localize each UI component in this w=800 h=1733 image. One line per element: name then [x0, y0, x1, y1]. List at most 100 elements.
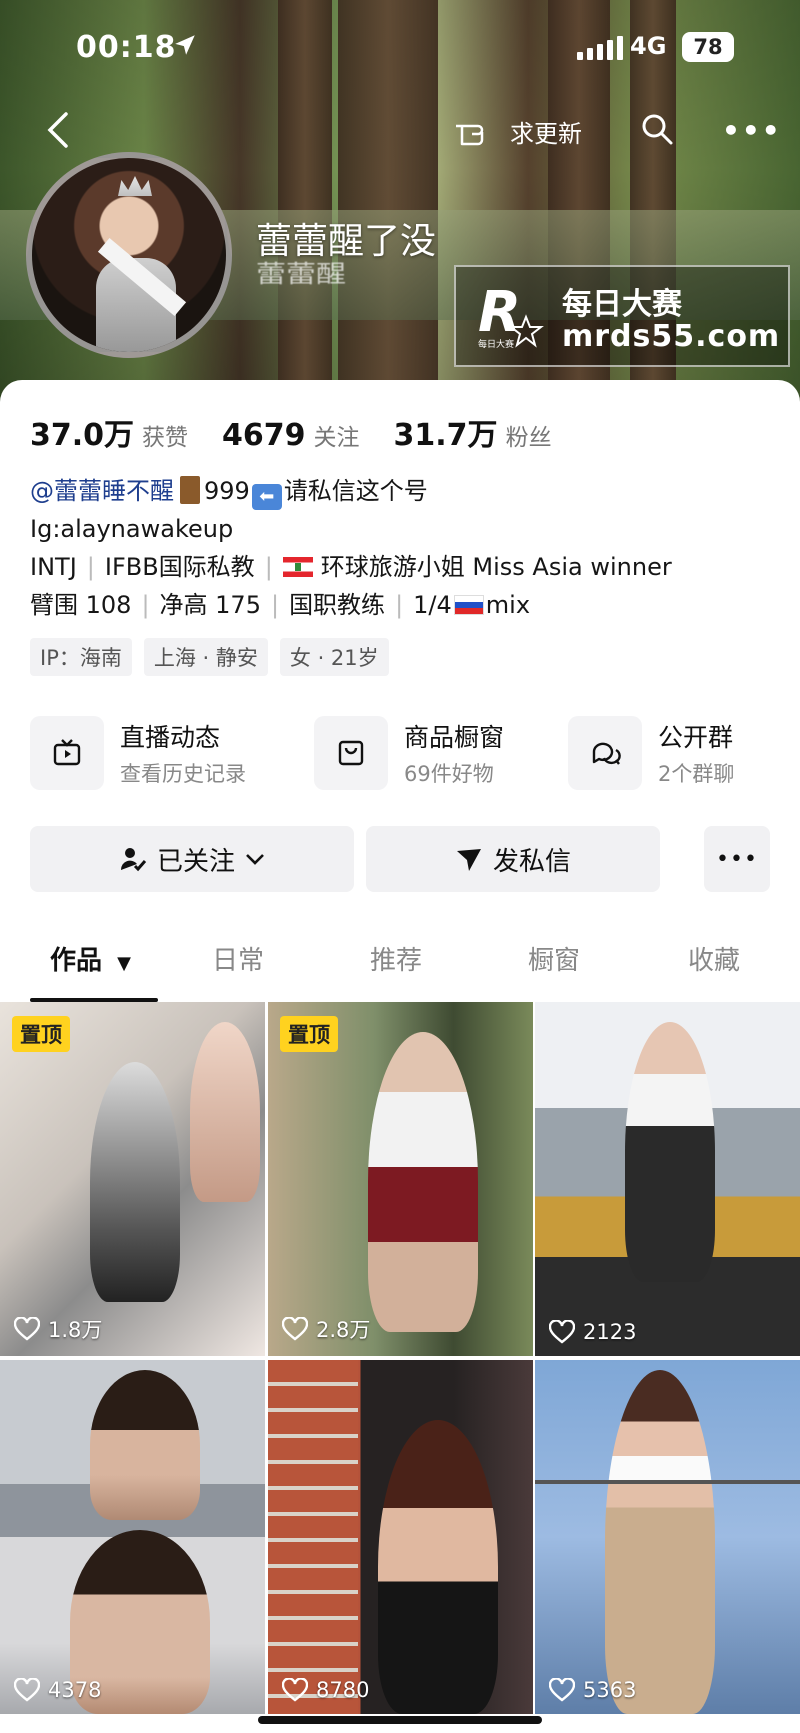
bio-fraction: 1/4 [413, 591, 452, 619]
tab-daily[interactable]: 日常 [212, 940, 264, 977]
followers-count[interactable]: 31.7万 [394, 410, 498, 454]
video-thumbnail[interactable]: 5363 [535, 1360, 800, 1714]
chevron-down-icon [246, 854, 264, 865]
triangle-down-icon: ▼ [117, 953, 131, 974]
tab-works-label: 作品 [50, 946, 103, 976]
pointing-hand-icon[interactable] [452, 112, 492, 148]
bio-arm: 臂围 108 [30, 591, 132, 619]
live-feature-icon-box [30, 716, 104, 790]
ip-location-tag: IP：海南 [30, 638, 132, 676]
bio-mix: mix [485, 591, 531, 619]
send-message-label: 发私信 [492, 846, 571, 877]
location-arrow-icon [175, 35, 195, 55]
likes-count: 37.0万 [30, 418, 135, 453]
bio-number: 999 [204, 477, 250, 505]
bio-height: 净高 175 [159, 591, 261, 619]
like-count: 2.8万 [282, 1314, 370, 1344]
watermark-logo: R 每日大赛 [478, 281, 544, 350]
shop-feature-icon-box [314, 716, 388, 790]
city-tag[interactable]: 上海 · 静安 [143, 638, 268, 676]
feature-row: 直播动态 查看历史记录 商品橱窗 69件好物 公开群 2个群聊 [30, 712, 770, 792]
like-count: 4378 [14, 1678, 101, 1702]
shop-feature-title: 商品橱窗 [404, 723, 505, 752]
more-actions-button[interactable]: ••• [704, 826, 770, 892]
live-feature-subtitle: 查看历史记录 [120, 762, 246, 786]
followed-label: 已关注 [156, 846, 235, 877]
search-icon[interactable] [640, 112, 674, 146]
tab-works[interactable]: 作品 ▼ [50, 940, 131, 977]
likes-label: 获赞 [142, 425, 189, 451]
watermark-banner: R 每日大赛 每日大赛 mrds55.com [454, 265, 790, 367]
gender-age-tag: 女 · 21岁 [279, 638, 389, 676]
shop-feature-subtitle: 69件好物 [404, 762, 494, 786]
home-indicator[interactable] [258, 1716, 542, 1724]
bio-coach: 国职教练 [289, 591, 386, 619]
status-time: 00:18 [76, 30, 177, 65]
bio-title: 环球旅游小姐 Miss Asia winner [320, 553, 672, 581]
like-count: 8780 [282, 1678, 369, 1702]
watermark-title: 每日大赛 [562, 287, 682, 322]
mention-link[interactable]: @蕾蕾睡不醒 [30, 477, 174, 505]
following-label[interactable]: 关注 [314, 418, 360, 452]
send-message-button[interactable]: 发私信 [366, 826, 660, 892]
heart-outline-icon [549, 1678, 575, 1702]
avatar[interactable] [26, 152, 232, 358]
bio-line-2: Ig:alaynawakeup [30, 515, 234, 543]
video-thumbnail[interactable]: 2123 [535, 1002, 800, 1356]
more-options-icon[interactable]: ••• [722, 114, 782, 147]
heart-outline-icon [14, 1317, 40, 1341]
shopping-bag-icon [338, 740, 364, 766]
profile-tags: IP：海南 上海 · 静安 女 · 21岁 [30, 638, 389, 676]
back-arrow-icon[interactable] [44, 110, 74, 150]
lebanon-flag-icon [282, 557, 313, 577]
tab-favorites[interactable]: 收藏 [688, 940, 740, 977]
video-thumbnail[interactable]: 8780 [268, 1360, 533, 1714]
like-count: 2123 [549, 1320, 636, 1344]
following-count[interactable]: 4679 [222, 418, 306, 453]
live-feature-title: 直播动态 [120, 723, 221, 752]
heart-outline-icon [14, 1678, 40, 1702]
request-update-button[interactable]: 求更新 [510, 114, 582, 149]
stats-row: 37.0万 获赞 4679 关注 31.7万 粉丝 [30, 410, 586, 454]
pinned-badge: 置顶 [280, 1016, 338, 1052]
battery-indicator: 78 [682, 32, 734, 62]
tv-icon [53, 739, 81, 766]
bio-cert: IFBB国际私教 [104, 553, 255, 581]
video-thumbnail[interactable]: 4378 [0, 1360, 265, 1714]
profile-card: 37.0万 获赞 4679 关注 31.7万 粉丝 @蕾蕾睡不醒 999 ⬅ 请私信这… [0, 380, 800, 1733]
top-nav: 求更新 ••• [0, 108, 800, 152]
nickname-reflection: 蕾蕾醒 [256, 260, 346, 289]
group-feature-title: 公开群 [658, 723, 734, 752]
left-arrow-emoji-icon: ⬅ [251, 484, 282, 510]
svg-text:每日大赛: 每日大赛 [478, 338, 514, 350]
like-count-text: 4378 [48, 1678, 102, 1702]
more-dots-icon: ••• [716, 846, 758, 872]
like-count-text: 2123 [583, 1320, 637, 1344]
profile-cover: 00:18 4G 78 求更新 ••• 蕾蕾醒了没 蕾蕾醒 R 每日大赛 每日大… [0, 0, 800, 420]
like-count-text: 8780 [316, 1678, 370, 1702]
like-count-text: 5363 [583, 1678, 637, 1702]
tab-recommend[interactable]: 推荐 [370, 940, 422, 977]
video-thumbnail[interactable]: 置顶 2.8万 [268, 1002, 533, 1356]
crown-icon [118, 176, 152, 196]
like-count: 1.8万 [14, 1314, 102, 1344]
russia-flag-icon [453, 595, 484, 615]
svg-text:R: R [478, 281, 521, 345]
live-feature[interactable]: 直播动态 查看历史记录 [30, 712, 270, 792]
heart-outline-icon [282, 1678, 308, 1702]
bio-line-3: INTJ | IFBB国际私教 | 环球旅游小姐 Miss Asia winner [30, 553, 672, 581]
heart-outline-icon [549, 1320, 575, 1344]
heart-outline-icon [282, 1317, 308, 1341]
group-feature[interactable]: 公开群 2个群聊 [568, 712, 770, 792]
bio-line-4: 臂围 108 | 净高 175 | 国职教练 | 1/4 mix [30, 591, 531, 619]
tab-showcase[interactable]: 橱窗 [528, 940, 580, 977]
followers-label[interactable]: 粉丝 [506, 418, 552, 452]
watermark-url: mrds55.com [562, 319, 781, 354]
content-tabs: 作品 ▼ 日常 推荐 橱窗 收藏 [0, 940, 800, 1002]
network-type: 4G [630, 32, 667, 60]
video-grid: 置顶 1.8万 置顶 2.8万 2123 4378 8780 5363 [0, 1002, 800, 1714]
video-thumbnail[interactable]: 置顶 1.8万 [0, 1002, 265, 1356]
followed-button[interactable]: 已关注 [30, 826, 354, 892]
shop-feature[interactable]: 商品橱窗 69件好物 [314, 712, 534, 792]
status-bar: 00:18 4G 78 [0, 28, 800, 68]
